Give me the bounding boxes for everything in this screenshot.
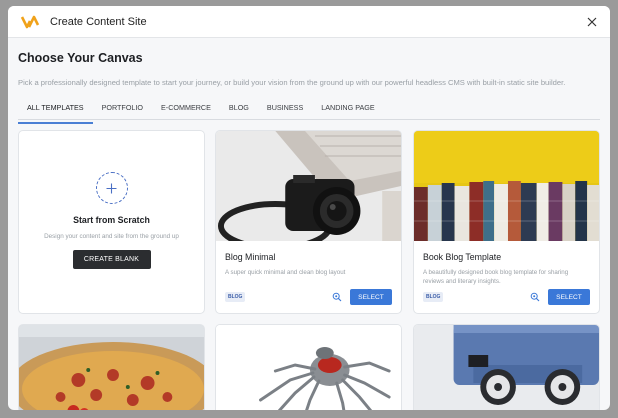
close-icon <box>587 17 597 26</box>
template-description: A super quick minimal and clean blog lay… <box>225 269 346 276</box>
close-button[interactable] <box>584 14 600 30</box>
template-card-book-blog[interactable]: Book Blog Template A beautifully designe… <box>413 130 600 314</box>
dialog-titlebar: Create Content Site <box>8 6 610 38</box>
books-photo <box>414 131 599 241</box>
plus-icon <box>106 183 117 193</box>
tab-blog[interactable]: BLOG <box>220 101 258 119</box>
select-button[interactable]: SELECT <box>548 289 590 305</box>
robot-spider-photo <box>216 325 401 410</box>
category-badge: BLOG <box>423 292 444 302</box>
template-description: A beautifully designed book blog templat… <box>423 269 569 285</box>
camera-laptop-photo <box>216 131 401 241</box>
scratch-description: Design your content and site from the gr… <box>44 233 179 240</box>
suitcase-photo <box>414 325 599 410</box>
preview-button[interactable] <box>330 290 344 304</box>
pizza-photo <box>19 325 204 410</box>
tab-landing-page[interactable]: LANDING PAGE <box>312 101 383 119</box>
tab-business[interactable]: BUSINESS <box>258 101 312 119</box>
preview-icon <box>530 292 540 302</box>
template-card[interactable] <box>215 324 402 410</box>
page-subtitle: Pick a professionally designed template … <box>18 78 566 87</box>
template-title: Blog Minimal <box>225 252 276 262</box>
select-button[interactable]: SELECT <box>350 289 392 305</box>
category-badge: BLOG <box>225 292 246 302</box>
template-card-blog-minimal[interactable]: Blog Minimal A super quick minimal and c… <box>215 130 402 314</box>
scratch-title: Start from Scratch <box>73 215 150 225</box>
page-title: Choose Your Canvas <box>18 51 143 65</box>
template-tabs: ALL TEMPLATES PORTFOLIO E-COMMERCE BLOG … <box>18 101 600 124</box>
app-logo-icon <box>20 15 40 28</box>
template-card[interactable] <box>18 324 205 410</box>
tab-portfolio[interactable]: PORTFOLIO <box>93 101 152 119</box>
template-title: Book Blog Template <box>423 252 502 262</box>
start-from-scratch-card[interactable]: Start from Scratch Design your content a… <box>18 130 205 314</box>
preview-button[interactable] <box>528 290 542 304</box>
template-card[interactable] <box>413 324 600 410</box>
tab-e-commerce[interactable]: E-COMMERCE <box>152 101 220 119</box>
add-button[interactable] <box>95 172 128 204</box>
create-blank-button[interactable]: CREATE BLANK <box>72 250 151 269</box>
tab-all-templates[interactable]: ALL TEMPLATES <box>18 101 93 124</box>
create-site-dialog: Create Content Site Choose Your Canvas P… <box>8 6 610 410</box>
dialog-title: Create Content Site <box>50 15 147 28</box>
preview-icon <box>332 292 342 302</box>
